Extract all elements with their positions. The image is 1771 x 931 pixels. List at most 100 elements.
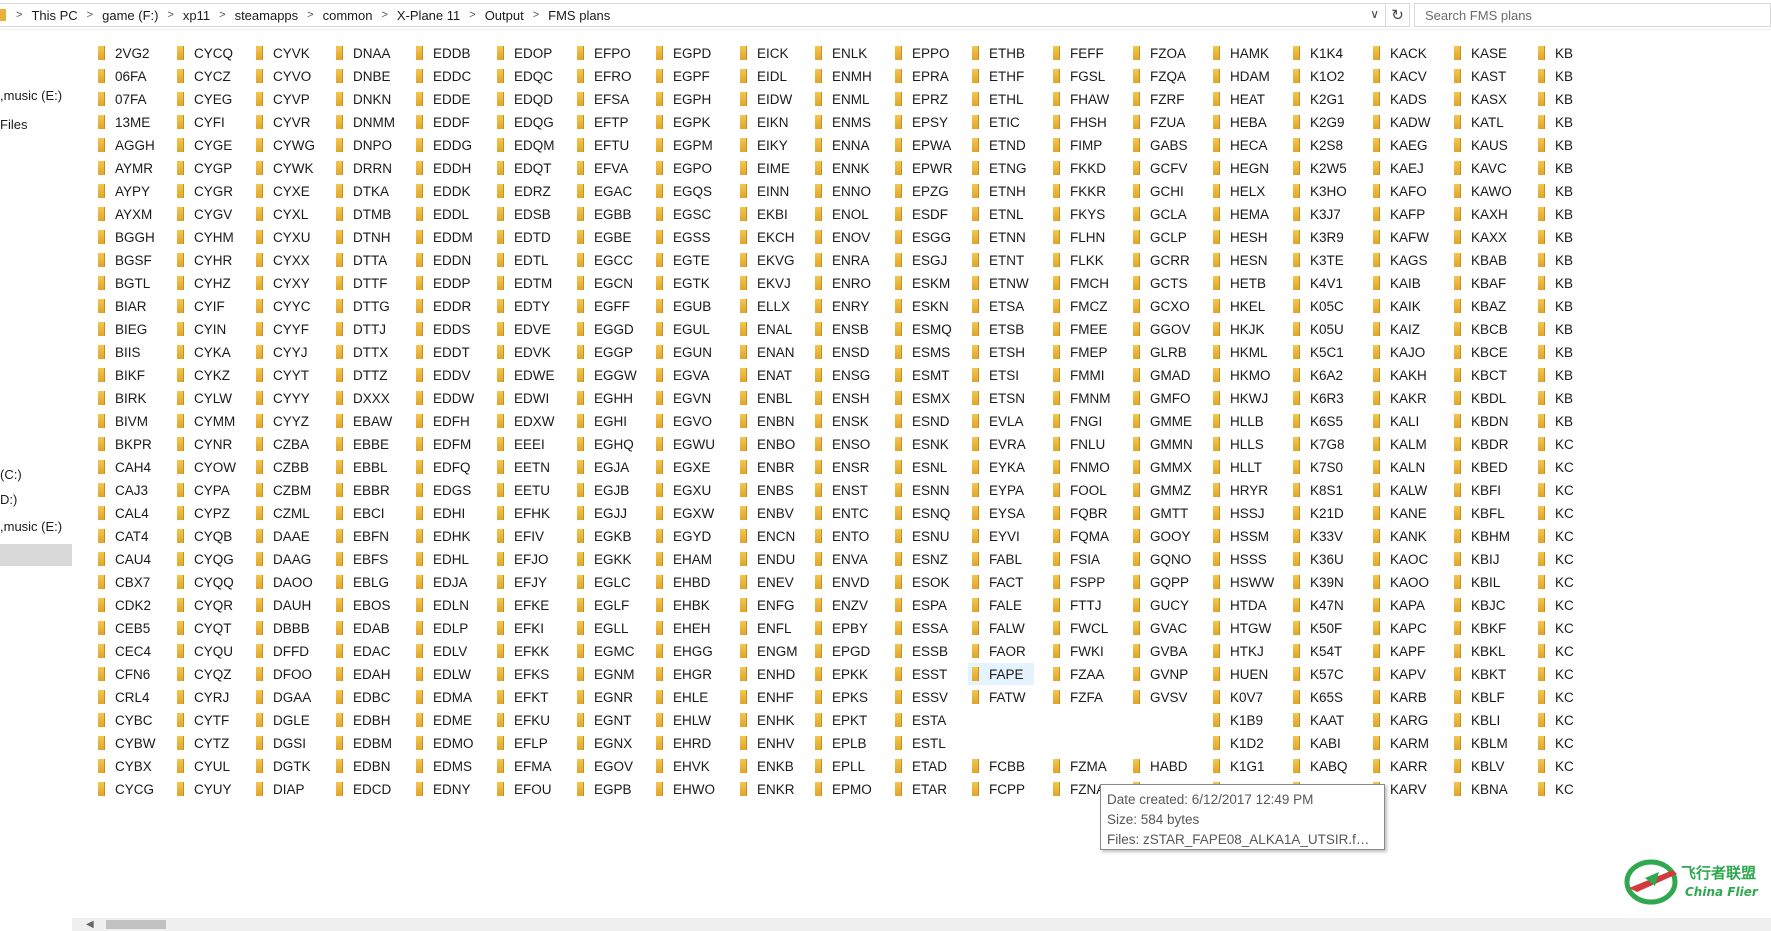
folder-item[interactable]: DNKN (336, 88, 391, 110)
folder-item[interactable]: KALM (1373, 433, 1427, 455)
folder-item[interactable]: CYHR (177, 249, 232, 271)
folder-item[interactable]: KALW (1373, 479, 1427, 501)
folder-item[interactable]: FAPE (968, 663, 1034, 685)
folder-item[interactable]: EBBR (336, 479, 390, 501)
folder-item[interactable]: CYTZ (177, 732, 229, 754)
folder-item[interactable]: EDQT (497, 157, 552, 179)
chevron-right-icon[interactable]: > (87, 9, 93, 21)
folder-item[interactable]: KBAZ (1454, 295, 1506, 317)
folder-item[interactable]: HTGW (1213, 617, 1271, 639)
folder-item[interactable]: EIDL (740, 65, 787, 87)
folder-item[interactable]: EGHI (577, 410, 627, 432)
folder-item[interactable]: K65S (1293, 686, 1343, 708)
folder-item[interactable]: FIMP (1053, 134, 1102, 156)
folder-item[interactable]: K3R9 (1293, 226, 1344, 248)
folder-item[interactable]: EGTE (656, 249, 710, 271)
folder-item[interactable]: ENSG (815, 364, 870, 386)
folder-item[interactable]: EGPF (656, 65, 710, 87)
folder-item[interactable]: FMEP (1053, 341, 1108, 363)
folder-item[interactable]: EFIV (497, 525, 544, 547)
folder-item[interactable]: CAJ3 (98, 479, 148, 501)
folder-item[interactable]: 13ME (98, 111, 150, 133)
folder-item[interactable]: K6A2 (1293, 364, 1343, 386)
folder-item[interactable]: KC (1538, 686, 1574, 708)
folder-item[interactable]: HTKJ (1213, 640, 1264, 662)
folder-item[interactable]: CYBX (98, 755, 152, 777)
folder-item[interactable]: CYXX (256, 249, 310, 271)
folder-item[interactable]: CBX7 (98, 571, 150, 593)
folder-item[interactable]: CYBW (98, 732, 156, 754)
folder-item[interactable]: EDLW (416, 663, 471, 685)
folder-item[interactable]: EDDL (416, 203, 469, 225)
folder-item[interactable]: FKYS (1053, 203, 1105, 225)
folder-item[interactable]: BIRK (98, 387, 147, 409)
folder-item[interactable]: ETSB (972, 318, 1024, 340)
folder-item[interactable]: CYCZ (177, 65, 231, 87)
folder-item[interactable]: HELX (1213, 180, 1265, 202)
folder-item[interactable]: ENDU (740, 548, 795, 570)
folder-item[interactable]: CYQQ (177, 571, 234, 593)
folder-item[interactable]: KC (1538, 571, 1574, 593)
folder-item[interactable]: BGTL (98, 272, 150, 294)
folder-item[interactable]: K47N (1293, 594, 1344, 616)
folder-item[interactable]: EGUB (656, 295, 711, 317)
folder-item[interactable]: KBNA (1454, 778, 1508, 800)
folder-item[interactable]: ESTA (895, 709, 946, 731)
folder-item[interactable]: EGNX (577, 732, 632, 754)
folder-item[interactable]: ETNH (972, 180, 1026, 202)
folder-item[interactable]: EDTY (497, 295, 550, 317)
folder-item[interactable]: KBAB (1454, 249, 1507, 271)
folder-item[interactable]: KABQ (1293, 755, 1348, 777)
folder-item[interactable]: DTTA (336, 249, 387, 271)
folder-item[interactable]: ENHK (740, 709, 795, 731)
folder-item[interactable]: KC (1538, 433, 1574, 455)
folder-item[interactable]: ESKN (895, 295, 949, 317)
folder-item[interactable]: GGOV (1133, 318, 1191, 340)
folder-item[interactable]: K3HO (1293, 180, 1347, 202)
folder-item[interactable]: ESMX (895, 387, 950, 409)
folder-item[interactable]: EKVJ (740, 272, 791, 294)
folder-item[interactable]: ETNW (972, 272, 1029, 294)
folder-item[interactable]: KB (1538, 157, 1573, 179)
folder-item[interactable]: GCTS (1133, 272, 1188, 294)
folder-item[interactable]: ENML (815, 88, 870, 110)
folder-item[interactable]: CYYZ (256, 410, 309, 432)
folder-item[interactable]: EFVA (577, 157, 628, 179)
folder-item[interactable]: EFKT (497, 686, 549, 708)
folder-item[interactable]: FACT (972, 571, 1024, 593)
folder-item[interactable]: EBFS (336, 548, 388, 570)
folder-item[interactable]: AGGH (98, 134, 155, 156)
folder-item[interactable]: DXXX (336, 387, 390, 409)
folder-item[interactable]: KB (1538, 295, 1573, 317)
folder-item[interactable]: CYQB (177, 525, 232, 547)
folder-item[interactable]: FKKD (1053, 157, 1106, 179)
folder-item[interactable]: KACK (1373, 42, 1427, 64)
folder-item[interactable]: AYMR (98, 157, 153, 179)
chevron-right-icon[interactable]: > (469, 9, 475, 21)
folder-item[interactable]: ESNN (895, 479, 950, 501)
folder-item[interactable]: KAEJ (1373, 157, 1424, 179)
folder-item[interactable]: DTTG (336, 295, 390, 317)
folder-item[interactable]: HEMA (1213, 203, 1269, 225)
folder-item[interactable]: GMMN (1133, 433, 1193, 455)
folder-item[interactable]: KBKF (1454, 617, 1506, 639)
folder-item[interactable]: ETSH (972, 341, 1025, 363)
folder-item[interactable]: KAUS (1454, 134, 1508, 156)
folder-item[interactable]: EDAH (336, 663, 391, 685)
folder-item[interactable]: EGCN (577, 272, 633, 294)
folder-item[interactable]: EDDV (416, 364, 471, 386)
folder-item[interactable]: EHLE (656, 686, 708, 708)
folder-item[interactable]: CYMM (177, 410, 235, 432)
folder-item[interactable]: EDDS (416, 318, 471, 340)
folder-item[interactable]: FWCL (1053, 617, 1108, 639)
folder-item[interactable]: EFSA (577, 88, 629, 110)
folder-item[interactable]: ESNK (895, 433, 949, 455)
folder-item[interactable]: EGGD (577, 318, 634, 340)
nav-item[interactable]: ,music (E:) (0, 516, 72, 538)
folder-item[interactable]: EDDB (416, 42, 471, 64)
folder-item[interactable]: KBKT (1454, 663, 1506, 685)
folder-item[interactable]: EDNY (416, 778, 471, 800)
folder-item[interactable]: EGWU (656, 433, 715, 455)
folder-item[interactable]: CYFI (177, 111, 225, 133)
folder-item[interactable]: FQMA (1053, 525, 1109, 547)
